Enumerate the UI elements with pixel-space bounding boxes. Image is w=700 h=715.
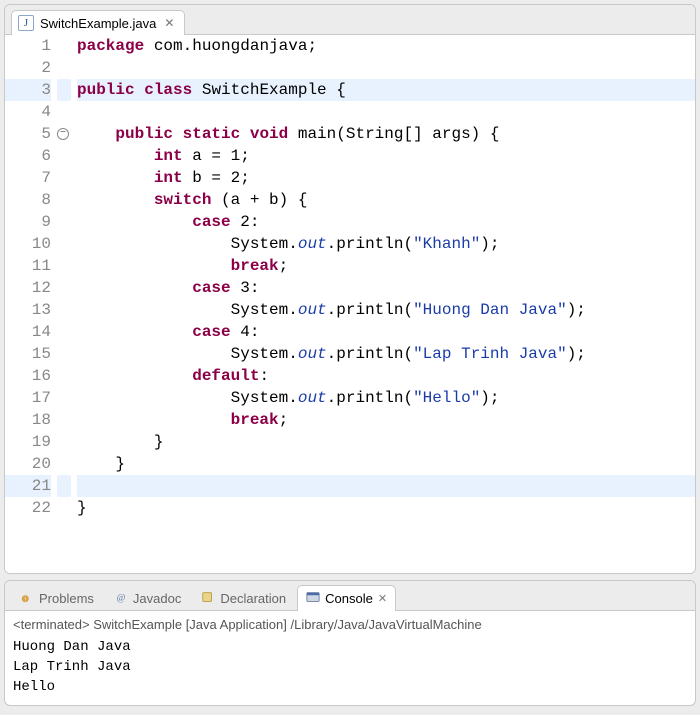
- code-line[interactable]: case 4:: [77, 321, 695, 343]
- view-tab-console[interactable]: Console ✕: [297, 585, 396, 611]
- console-line: Hello: [13, 677, 687, 697]
- code-line[interactable]: default:: [77, 365, 695, 387]
- editor-pane: J SwitchExample.java ✕ 12345678910111213…: [4, 4, 696, 574]
- view-tab-problems[interactable]: ! Problems: [11, 585, 103, 611]
- code-line[interactable]: break;: [77, 409, 695, 431]
- fold-strip: −: [57, 35, 71, 573]
- close-icon[interactable]: ✕: [378, 592, 387, 605]
- problems-icon: !: [20, 590, 34, 607]
- code-line[interactable]: }: [77, 431, 695, 453]
- line-number: 4: [5, 101, 51, 123]
- fold-toggle-icon[interactable]: −: [57, 128, 69, 140]
- line-number: 12: [5, 277, 51, 299]
- view-tab-declaration[interactable]: Declaration: [192, 585, 295, 611]
- editor-tab-filename: SwitchExample.java: [40, 16, 156, 31]
- line-number: 3: [5, 79, 51, 101]
- line-number: 10: [5, 233, 51, 255]
- code-line[interactable]: break;: [77, 255, 695, 277]
- line-number: 8: [5, 189, 51, 211]
- code-line[interactable]: System.out.println("Hello");: [77, 387, 695, 409]
- code-line[interactable]: int b = 2;: [77, 167, 695, 189]
- javadoc-icon: @: [114, 590, 128, 607]
- line-number: 20: [5, 453, 51, 475]
- editor-tab[interactable]: J SwitchExample.java ✕: [11, 10, 185, 35]
- code-line[interactable]: package com.huongdanjava;: [77, 35, 695, 57]
- view-tab-bar: ! Problems @ Javadoc Declaration Console ✕: [5, 581, 695, 611]
- code-line[interactable]: System.out.println("Huong Dan Java");: [77, 299, 695, 321]
- line-number: 18: [5, 409, 51, 431]
- code-line[interactable]: case 2:: [77, 211, 695, 233]
- view-tab-label: Declaration: [220, 591, 286, 606]
- java-file-icon: J: [18, 15, 34, 31]
- bottom-panel: ! Problems @ Javadoc Declaration Console ✕ <t…: [4, 580, 696, 706]
- code-line[interactable]: [77, 475, 695, 497]
- svg-text:!: !: [24, 596, 26, 603]
- declaration-icon: [201, 590, 215, 607]
- line-number-gutter: 12345678910111213141516171819202122: [5, 35, 57, 573]
- code-line[interactable]: }: [77, 497, 695, 519]
- code-line[interactable]: public class SwitchExample {: [77, 79, 695, 101]
- code-line[interactable]: }: [77, 453, 695, 475]
- line-number: 19: [5, 431, 51, 453]
- line-number: 15: [5, 343, 51, 365]
- code-line[interactable]: switch (a + b) {: [77, 189, 695, 211]
- close-icon[interactable]: ✕: [162, 16, 176, 30]
- svg-text:@: @: [117, 593, 126, 604]
- code-line[interactable]: case 3:: [77, 277, 695, 299]
- code-line[interactable]: int a = 1;: [77, 145, 695, 167]
- line-number: 14: [5, 321, 51, 343]
- line-number: 9: [5, 211, 51, 233]
- code-line[interactable]: public static void main(String[] args) {: [77, 123, 695, 145]
- line-number: 2: [5, 57, 51, 79]
- console-output: Huong Dan JavaLap Trinh JavaHello: [13, 637, 687, 697]
- view-tab-label: Console: [325, 591, 373, 606]
- console-status: <terminated> SwitchExample [Java Applica…: [13, 615, 687, 635]
- line-number: 11: [5, 255, 51, 277]
- line-number: 17: [5, 387, 51, 409]
- code-line[interactable]: [77, 57, 695, 79]
- editor-tab-bar: J SwitchExample.java ✕: [5, 5, 695, 35]
- line-number: 13: [5, 299, 51, 321]
- line-number: 1: [5, 35, 51, 57]
- view-tab-javadoc[interactable]: @ Javadoc: [105, 585, 190, 611]
- view-tab-label: Javadoc: [133, 591, 181, 606]
- code-content[interactable]: package com.huongdanjava; public class S…: [71, 35, 695, 573]
- line-number: 7: [5, 167, 51, 189]
- console-line: Lap Trinh Java: [13, 657, 687, 677]
- code-line[interactable]: System.out.println("Lap Trinh Java");: [77, 343, 695, 365]
- console-body[interactable]: <terminated> SwitchExample [Java Applica…: [5, 611, 695, 705]
- view-tab-label: Problems: [39, 591, 94, 606]
- code-line[interactable]: System.out.println("Khanh");: [77, 233, 695, 255]
- line-number: 21: [5, 475, 51, 497]
- line-number: 22: [5, 497, 51, 519]
- line-number: 6: [5, 145, 51, 167]
- code-line[interactable]: [77, 101, 695, 123]
- console-line: Huong Dan Java: [13, 637, 687, 657]
- code-editor[interactable]: 12345678910111213141516171819202122 − pa…: [5, 35, 695, 573]
- line-number: 16: [5, 365, 51, 387]
- console-icon: [306, 590, 320, 607]
- line-number: 5: [5, 123, 51, 145]
